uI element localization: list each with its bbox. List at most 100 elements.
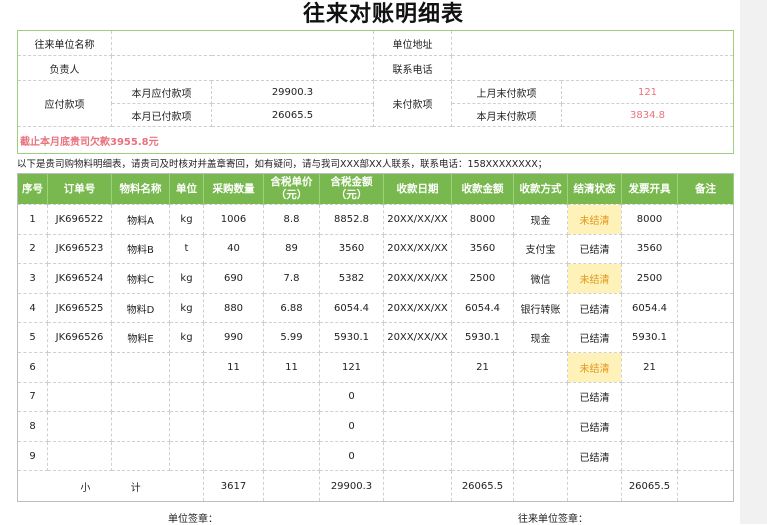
table-cell[interactable]: 物料B <box>111 233 170 265</box>
table-cell[interactable] <box>621 411 678 442</box>
table-cell[interactable] <box>383 440 452 472</box>
table-cell[interactable] <box>451 381 514 413</box>
table-cell[interactable]: JK696525 <box>47 292 112 324</box>
table-cell[interactable]: 7.8 <box>263 263 320 294</box>
table-cell[interactable]: 0 <box>319 411 384 442</box>
table-cell[interactable]: 8 <box>17 411 48 442</box>
table-cell[interactable] <box>169 411 204 442</box>
table-cell[interactable]: 20XX/XX/XX <box>383 292 452 324</box>
table-cell[interactable]: 7 <box>17 381 48 413</box>
table-cell[interactable] <box>383 381 452 413</box>
payable-month-value[interactable]: 29900.3 <box>211 80 374 104</box>
table-cell[interactable]: 20XX/XX/XX <box>383 263 452 294</box>
table-cell[interactable]: 已结清 <box>567 292 622 324</box>
table-cell[interactable] <box>677 411 734 442</box>
table-cell[interactable]: 2 <box>17 233 48 265</box>
table-cell[interactable]: kg <box>169 322 204 353</box>
table-cell[interactable]: 3 <box>17 263 48 294</box>
table-cell[interactable]: 20XX/XX/XX <box>383 233 452 265</box>
table-cell[interactable] <box>677 322 734 353</box>
table-cell[interactable] <box>677 263 734 294</box>
table-cell[interactable]: 6054.4 <box>621 292 678 324</box>
table-cell[interactable] <box>203 411 264 442</box>
table-cell[interactable]: 690 <box>203 263 264 294</box>
table-cell[interactable] <box>203 381 264 413</box>
table-cell[interactable]: 现金 <box>513 204 568 235</box>
table-cell[interactable]: 6 <box>17 351 48 383</box>
table-cell[interactable] <box>111 440 170 472</box>
table-cell[interactable] <box>383 411 452 442</box>
table-cell[interactable] <box>677 381 734 413</box>
table-cell[interactable]: 5.99 <box>263 322 320 353</box>
table-cell[interactable] <box>263 411 320 442</box>
table-cell[interactable] <box>677 351 734 383</box>
phone-value[interactable] <box>451 55 734 81</box>
table-cell[interactable]: JK696523 <box>47 233 112 265</box>
table-cell[interactable] <box>677 233 734 265</box>
table-cell[interactable]: 物料E <box>111 322 170 353</box>
this-month-unpaid-value[interactable]: 3834.8 <box>561 103 734 127</box>
table-cell[interactable] <box>111 381 170 413</box>
table-cell[interactable]: 8000 <box>451 204 514 235</box>
table-cell[interactable]: 5930.1 <box>319 322 384 353</box>
table-cell[interactable]: 未结清 <box>567 204 622 235</box>
table-cell[interactable] <box>47 440 112 472</box>
table-cell[interactable] <box>451 440 514 472</box>
table-cell[interactable]: JK696522 <box>47 204 112 235</box>
table-cell[interactable]: 已结清 <box>567 411 622 442</box>
table-cell[interactable] <box>263 440 320 472</box>
table-cell[interactable]: 6054.4 <box>319 292 384 324</box>
table-cell[interactable] <box>677 204 734 235</box>
table-cell[interactable] <box>513 440 568 472</box>
table-cell[interactable]: 89 <box>263 233 320 265</box>
table-cell[interactable] <box>203 440 264 472</box>
table-cell[interactable]: 9 <box>17 440 48 472</box>
table-cell[interactable]: 21 <box>621 351 678 383</box>
table-cell[interactable]: 11 <box>203 351 264 383</box>
table-cell[interactable] <box>169 440 204 472</box>
table-cell[interactable]: kg <box>169 292 204 324</box>
table-cell[interactable]: 5382 <box>319 263 384 294</box>
table-cell[interactable]: 20XX/XX/XX <box>383 322 452 353</box>
table-cell[interactable] <box>383 351 452 383</box>
table-cell[interactable]: 8852.8 <box>319 204 384 235</box>
table-cell[interactable]: kg <box>169 204 204 235</box>
company-value[interactable] <box>111 30 374 56</box>
table-cell[interactable]: 2500 <box>621 263 678 294</box>
table-cell[interactable]: 3560 <box>621 233 678 265</box>
table-cell[interactable]: 物料D <box>111 292 170 324</box>
table-cell[interactable]: 3560 <box>319 233 384 265</box>
table-cell[interactable]: 8000 <box>621 204 678 235</box>
table-cell[interactable]: t <box>169 233 204 265</box>
table-cell[interactable]: 4 <box>17 292 48 324</box>
table-cell[interactable]: 1006 <box>203 204 264 235</box>
table-cell[interactable]: 5930.1 <box>451 322 514 353</box>
table-cell[interactable]: 990 <box>203 322 264 353</box>
table-cell[interactable] <box>513 381 568 413</box>
table-cell[interactable] <box>47 411 112 442</box>
table-cell[interactable] <box>677 440 734 472</box>
table-cell[interactable]: 物料A <box>111 204 170 235</box>
address-value[interactable] <box>451 30 734 56</box>
table-cell[interactable] <box>621 440 678 472</box>
table-cell[interactable]: 20XX/XX/XX <box>383 204 452 235</box>
table-cell[interactable] <box>263 381 320 413</box>
table-cell[interactable]: 未结清 <box>567 263 622 294</box>
table-cell[interactable] <box>47 351 112 383</box>
contact-value[interactable] <box>111 55 374 81</box>
table-cell[interactable]: 微信 <box>513 263 568 294</box>
table-cell[interactable]: 现金 <box>513 322 568 353</box>
paid-month-value[interactable]: 26065.5 <box>211 103 374 127</box>
table-cell[interactable] <box>47 381 112 413</box>
table-cell[interactable] <box>111 411 170 442</box>
table-cell[interactable]: 121 <box>319 351 384 383</box>
table-cell[interactable]: 5930.1 <box>621 322 678 353</box>
table-cell[interactable]: 6.88 <box>263 292 320 324</box>
table-cell[interactable]: 5 <box>17 322 48 353</box>
table-cell[interactable]: 2500 <box>451 263 514 294</box>
table-cell[interactable]: 0 <box>319 440 384 472</box>
last-month-unpaid-value[interactable]: 121 <box>561 80 734 104</box>
table-cell[interactable]: 物料C <box>111 263 170 294</box>
table-cell[interactable]: JK696526 <box>47 322 112 353</box>
table-cell[interactable]: 已结清 <box>567 322 622 353</box>
